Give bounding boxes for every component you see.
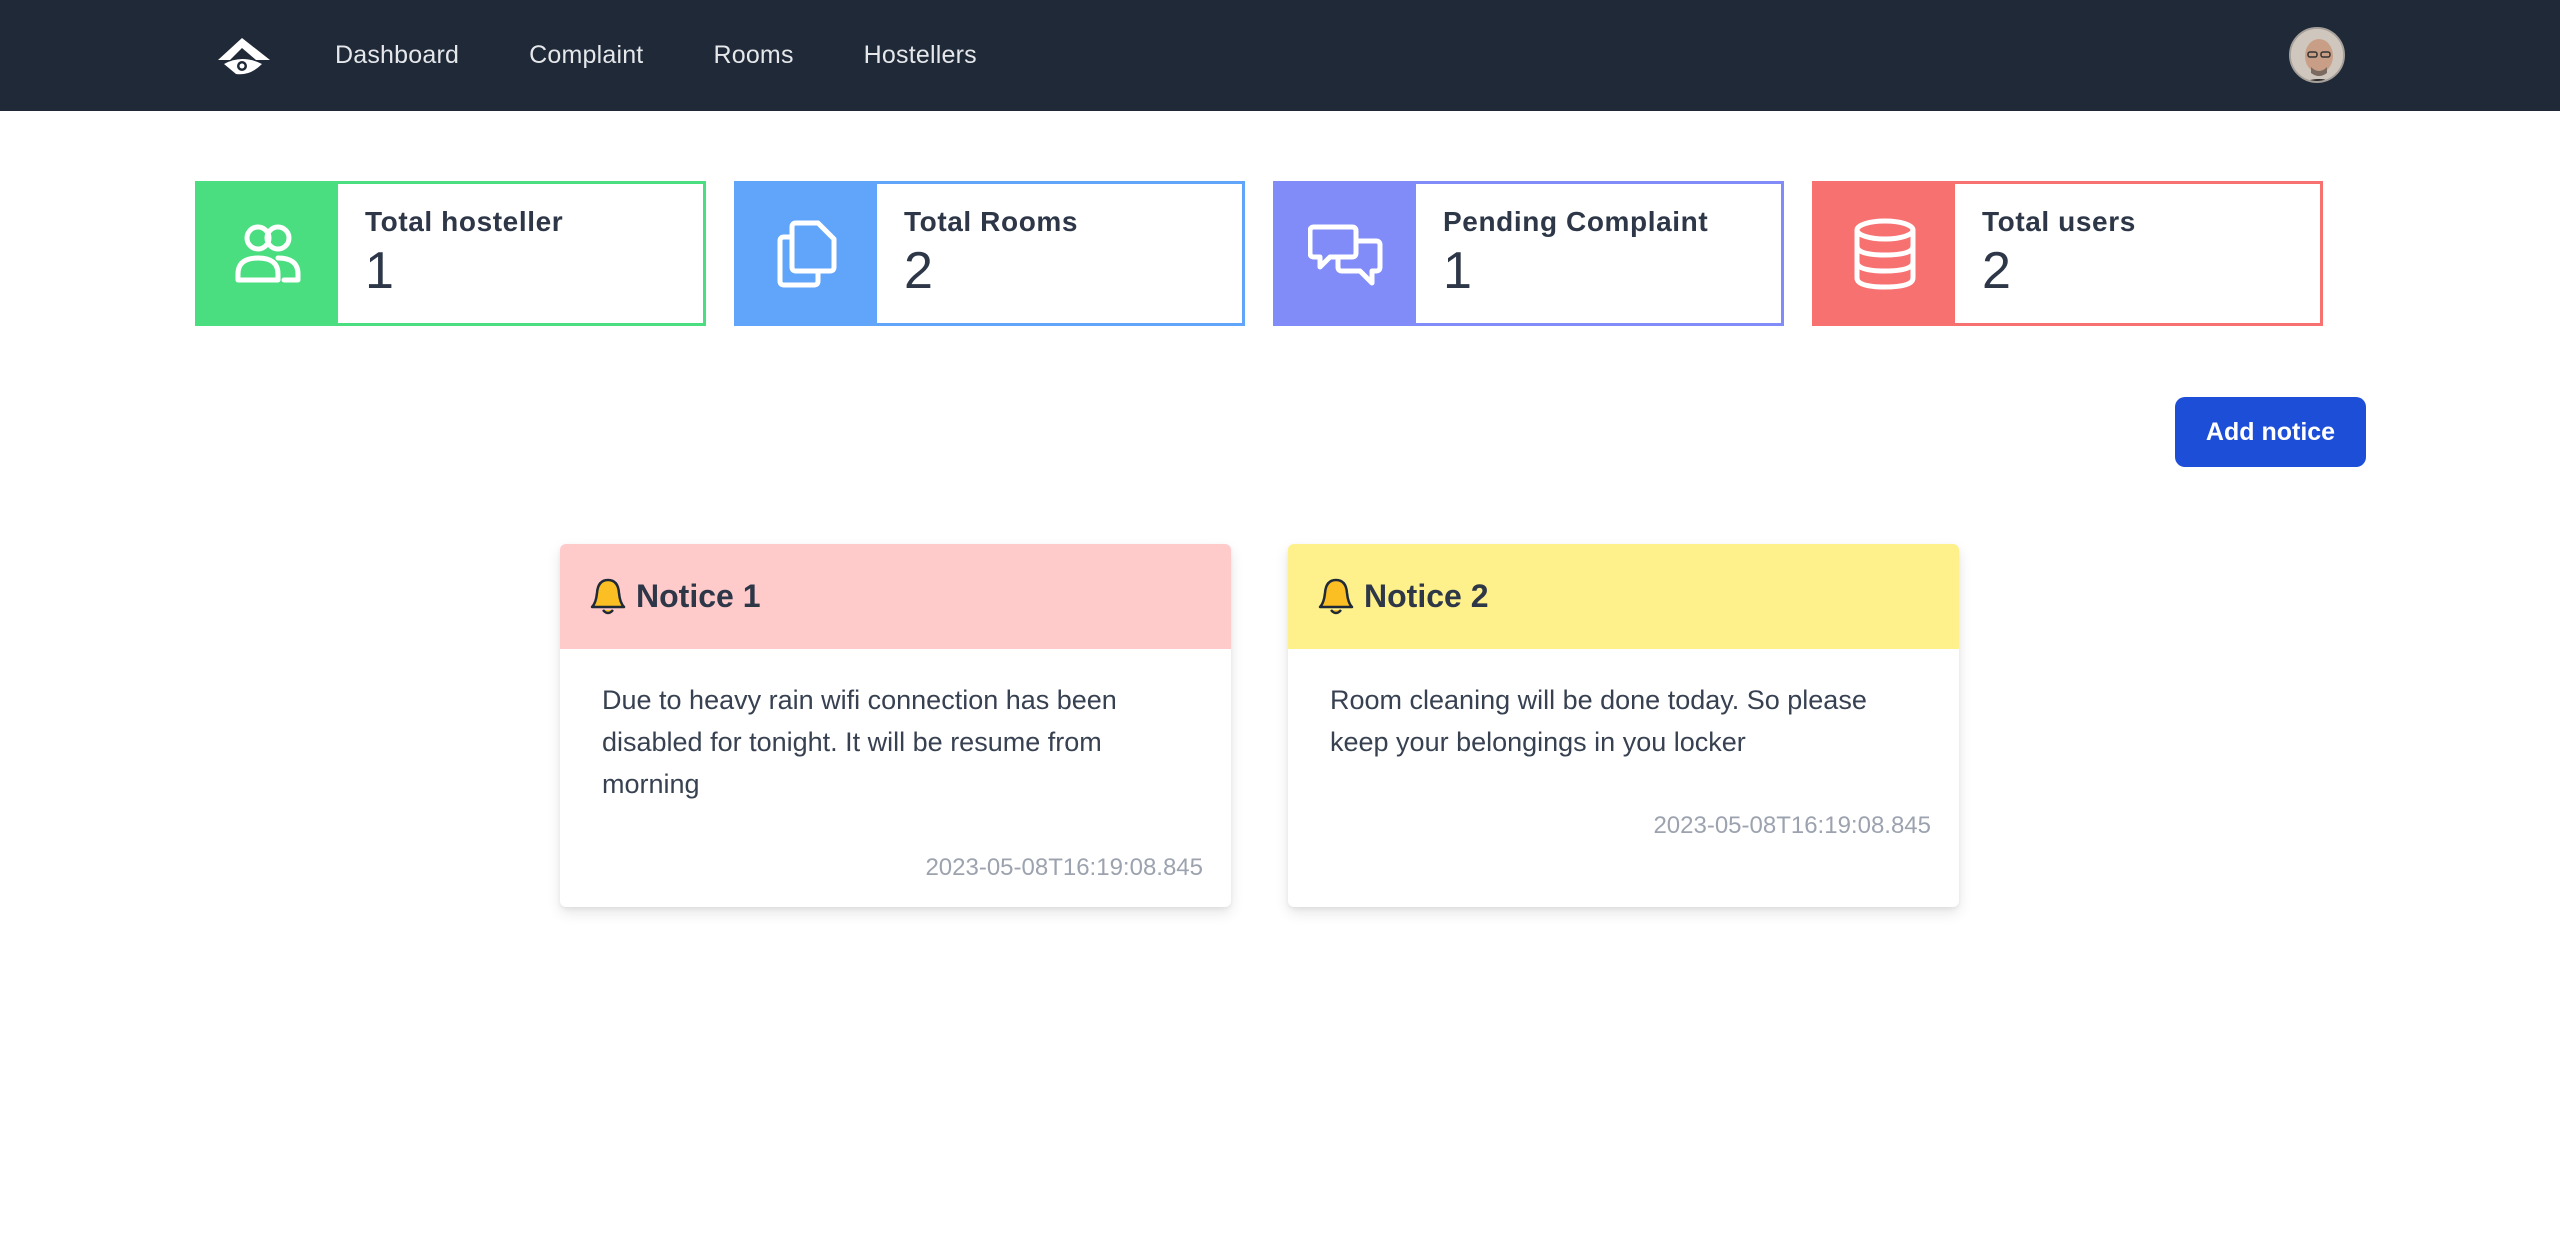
stat-icon-box <box>737 184 877 323</box>
notice-card: Notice 2 Room cleaning will be done toda… <box>1288 544 1959 907</box>
bell-icon <box>1318 578 1354 614</box>
nav-hostellers[interactable]: Hostellers <box>864 41 977 70</box>
notice-title: Notice 1 <box>636 578 761 614</box>
users-icon <box>235 224 301 282</box>
stat-card-total-rooms: Total Rooms 2 <box>734 181 1245 326</box>
stat-icon-box <box>198 184 338 323</box>
top-navbar: Dashboard Complaint Rooms Hostellers <box>0 0 2560 111</box>
stat-icon-box <box>1276 184 1416 323</box>
bell-icon <box>590 578 626 614</box>
stat-value: 2 <box>904 242 933 300</box>
notice-card: Notice 1 Due to heavy rain wifi connecti… <box>560 544 1231 907</box>
notice-body: Room cleaning will be done today. So ple… <box>1330 685 1867 757</box>
nav-rooms[interactable]: Rooms <box>713 41 793 70</box>
notice-title: Notice 2 <box>1364 578 1489 614</box>
stat-value: 1 <box>365 242 394 300</box>
nav-links: Dashboard Complaint Rooms Hostellers <box>335 0 1047 111</box>
database-icon <box>1854 218 1916 290</box>
stat-label: Total users <box>1982 206 2136 237</box>
stat-label: Total Rooms <box>904 206 1079 237</box>
nav-dashboard[interactable]: Dashboard <box>335 41 459 70</box>
notice-header: Notice 2 <box>1288 544 1959 649</box>
stat-card-pending-complaint: Pending Complaint 1 <box>1273 181 1784 326</box>
add-notice-button[interactable]: Add notice <box>2175 397 2366 467</box>
notice-header: Notice 1 <box>560 544 1231 649</box>
stat-card-total-hosteller: Total hosteller 1 <box>195 181 706 326</box>
stat-value: 2 <box>1982 242 2011 300</box>
stat-card-total-users: Total users 2 <box>1812 181 2323 326</box>
stat-label: Total hosteller <box>365 206 564 237</box>
notice-date: 2023-05-08T16:19:08.845 <box>925 854 1203 881</box>
stat-label: Pending Complaint <box>1443 206 1709 237</box>
notice-date: 2023-05-08T16:19:08.845 <box>1653 812 1931 839</box>
notice-body: Due to heavy rain wifi connection has be… <box>602 685 1117 799</box>
logo-icon[interactable] <box>212 30 276 82</box>
user-avatar[interactable] <box>2289 27 2345 83</box>
documents-icon <box>777 220 837 287</box>
stat-icon-box <box>1815 184 1955 323</box>
chat-bubbles-icon <box>1308 224 1383 285</box>
nav-complaint[interactable]: Complaint <box>529 41 643 70</box>
stat-value: 1 <box>1443 242 1472 300</box>
